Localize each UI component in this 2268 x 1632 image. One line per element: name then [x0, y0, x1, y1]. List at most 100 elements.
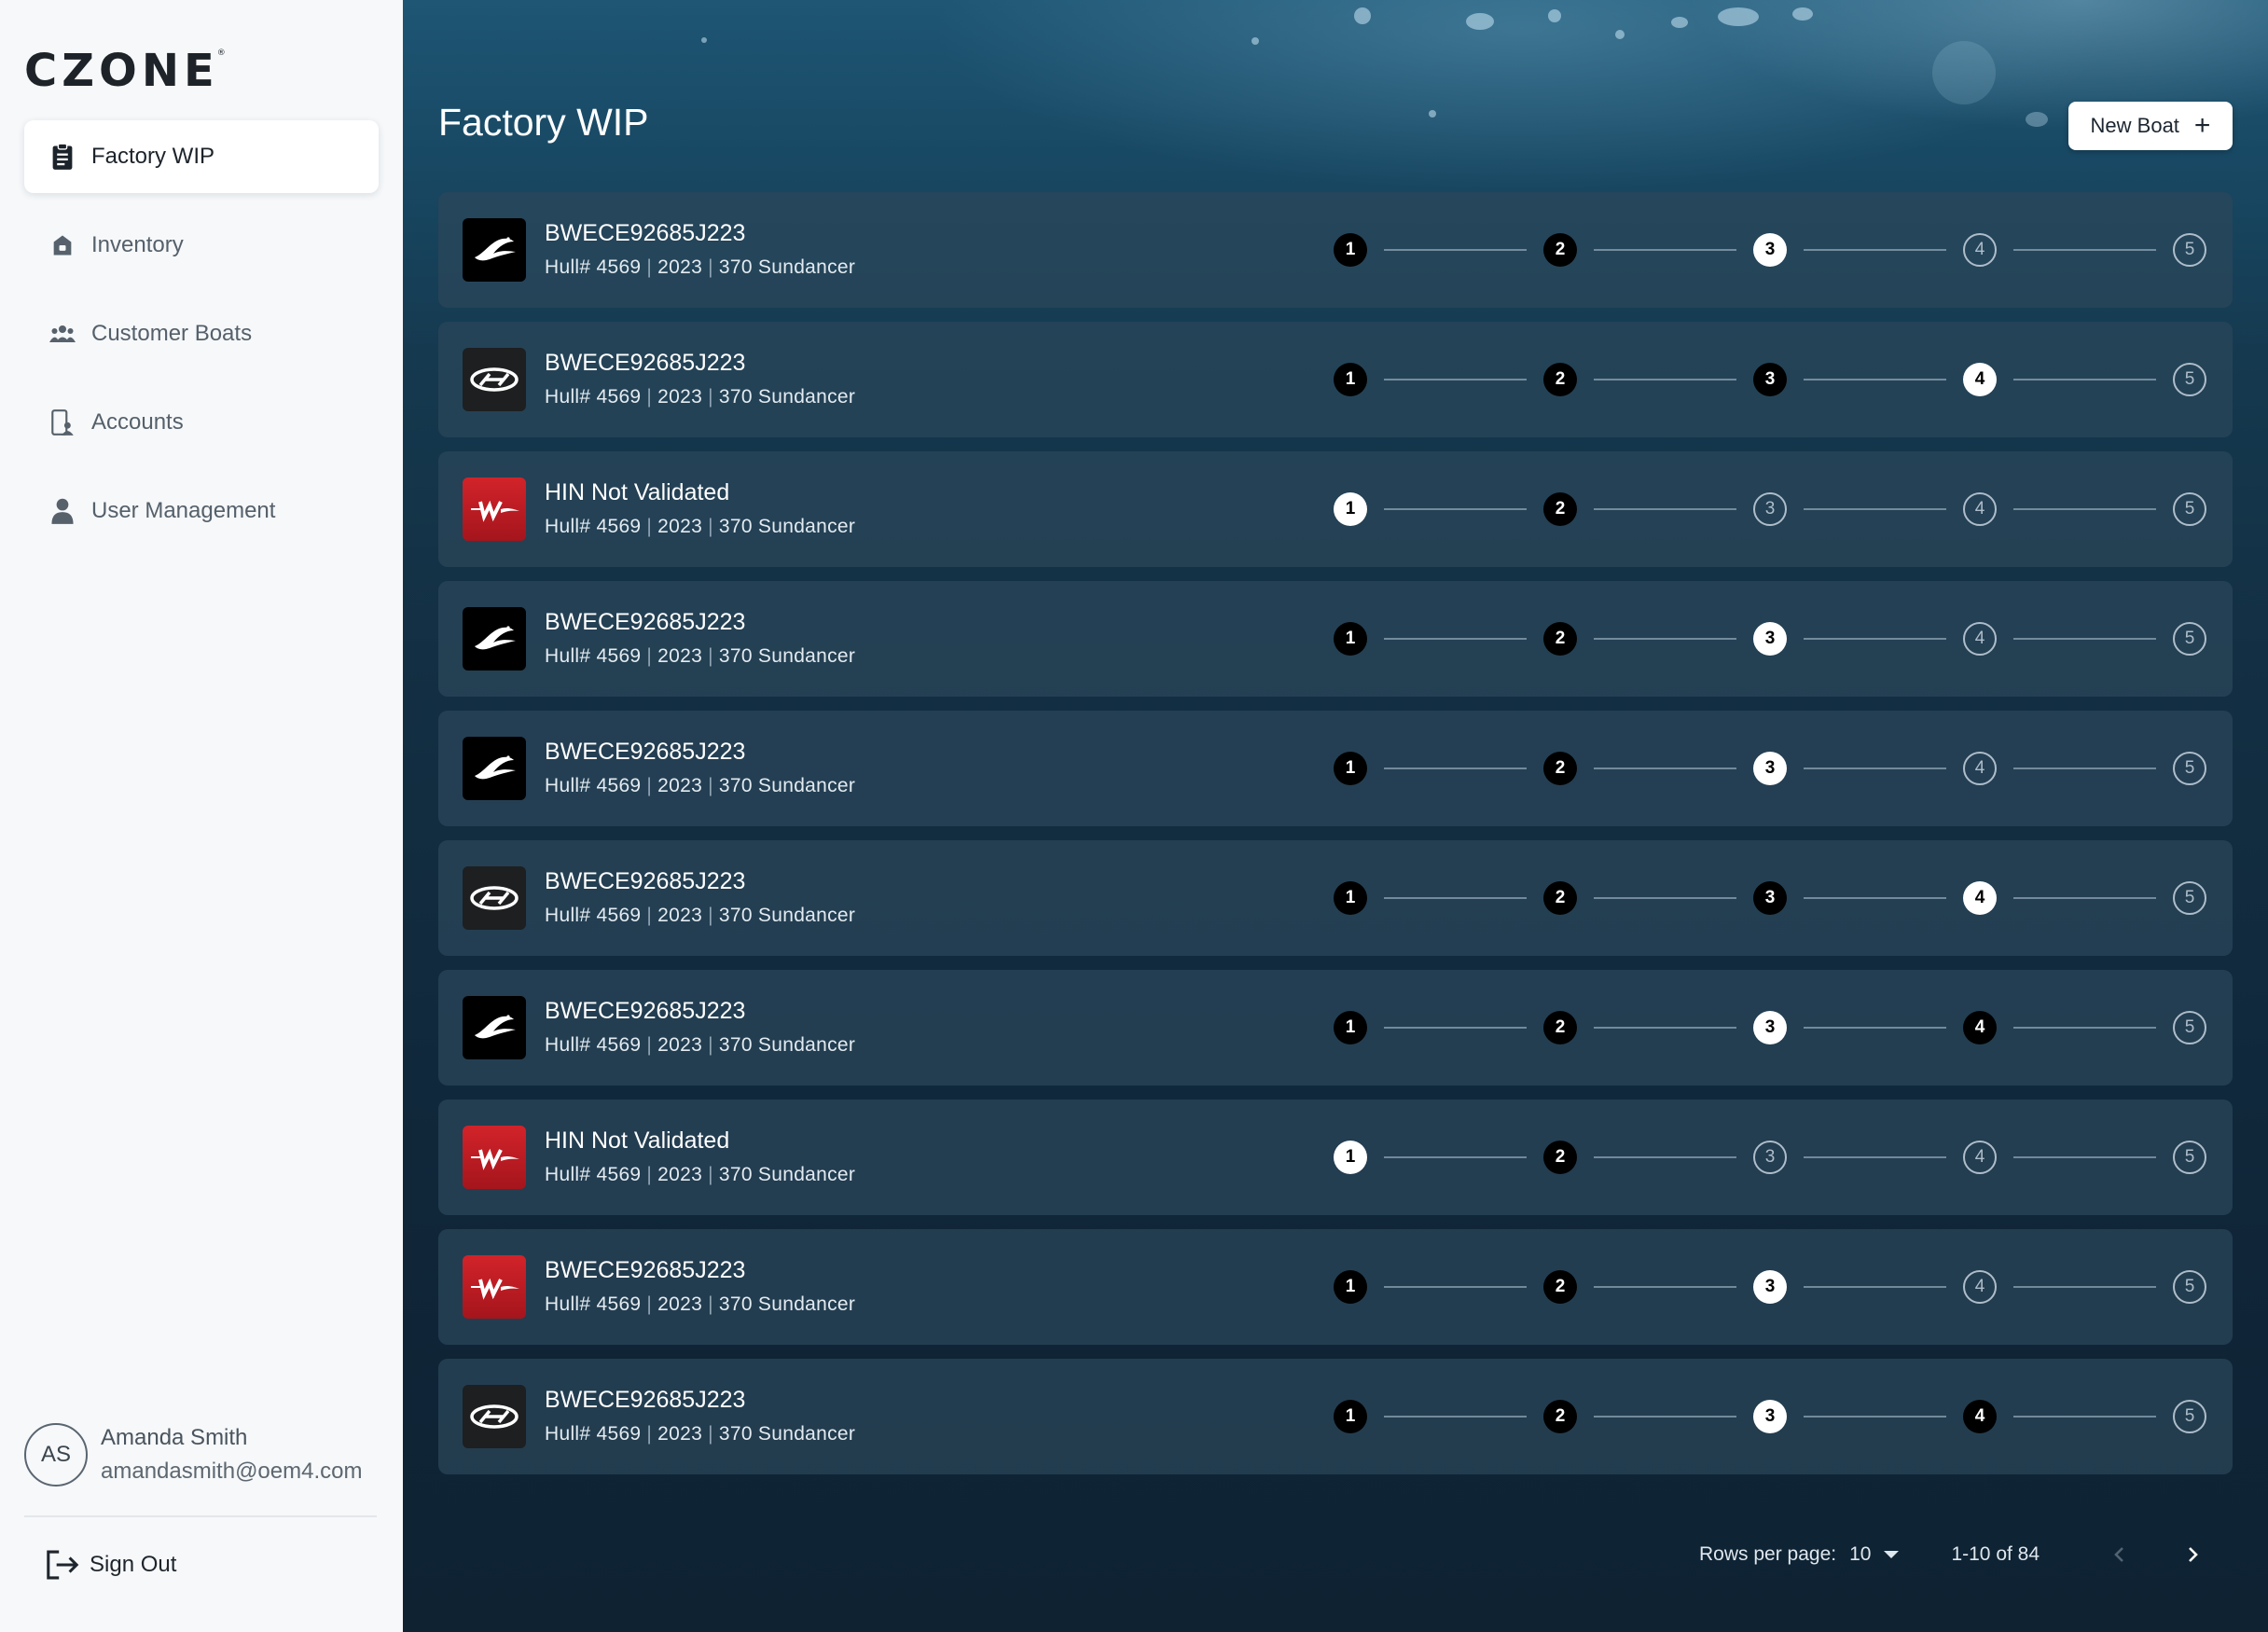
hull-number: Hull# 4569 — [545, 1423, 642, 1445]
step-connector — [1384, 249, 1527, 251]
step-indicator-4: 4 — [1963, 881, 1997, 915]
sidebar-item-user-management[interactable]: User Management — [24, 475, 379, 547]
step-indicator-4: 4 — [1963, 1011, 1997, 1044]
progress-stepper: 1 2 3 4 5 — [1334, 363, 2206, 396]
step-connector — [1384, 768, 1527, 769]
step-indicator-2: 2 — [1543, 363, 1577, 396]
caret-down-icon — [1884, 1551, 1900, 1558]
step-connector — [2013, 379, 2156, 380]
step-connector — [2013, 249, 2156, 251]
boat-row[interactable]: BWECE92685J223 Hull# 4569 | 2023 | 370 Sunda… — [438, 1359, 2233, 1474]
separator: | — [708, 256, 713, 278]
rows-per-page-select[interactable]: 10 — [1849, 1543, 1900, 1566]
boat-details: Hull# 4569 | 2023 | 370 Sundancer — [545, 1423, 855, 1445]
sign-out-label: Sign Out — [90, 1552, 177, 1577]
boat-title: BWECE92685J223 — [545, 1257, 746, 1283]
step-indicator-1: 1 — [1334, 1141, 1367, 1174]
background-bubble — [1792, 7, 1813, 21]
step-indicator-5: 5 — [2173, 881, 2206, 915]
step-connector — [2013, 768, 2156, 769]
previous-page-button[interactable] — [2101, 1536, 2138, 1573]
boat-details: Hull# 4569 | 2023 | 370 Sundancer — [545, 775, 855, 797]
separator: | — [708, 905, 713, 926]
boat-year: 2023 — [657, 1293, 703, 1315]
step-indicator-3: 3 — [1753, 363, 1787, 396]
sidebar-item-customer-boats[interactable]: Customer Boats — [24, 297, 379, 370]
boat-row[interactable]: BWECE92685J223 Hull# 4569 | 2023 | 370 Sunda… — [438, 1229, 2233, 1345]
boat-row[interactable]: BWECE92685J223 Hull# 4569 | 2023 | 370 Sunda… — [438, 322, 2233, 437]
brand-logo — [463, 607, 526, 671]
clipboard-icon — [48, 142, 76, 172]
boat-model: 370 Sundancer — [718, 1293, 856, 1315]
brand-logo — [463, 1126, 526, 1189]
boat-row[interactable]: BWECE92685J223 Hull# 4569 | 2023 | 370 Sunda… — [438, 711, 2233, 826]
step-indicator-2: 2 — [1543, 1400, 1577, 1433]
separator: | — [708, 1423, 713, 1445]
sidebar-item-inventory[interactable]: Inventory — [24, 209, 379, 282]
step-indicator-5: 5 — [2173, 363, 2206, 396]
boat-details: Hull# 4569 | 2023 | 370 Sundancer — [545, 1293, 855, 1316]
boat-row[interactable]: BWECE92685J223 Hull# 4569 | 2023 | 370 Sunda… — [438, 581, 2233, 697]
step-connector — [1384, 1416, 1527, 1418]
step-connector — [1804, 508, 1946, 510]
progress-stepper: 1 2 3 4 5 — [1334, 881, 2206, 915]
brand-logo — [463, 218, 526, 282]
boat-row[interactable]: BWECE92685J223 Hull# 4569 | 2023 | 370 Sunda… — [438, 192, 2233, 308]
pagination: Rows per page: 10 1-10 of 84 — [1699, 1539, 2211, 1570]
brand-logo — [463, 996, 526, 1059]
boat-row[interactable]: HIN Not Validated Hull# 4569 | 2023 | 370 Su… — [438, 1100, 2233, 1215]
boat-model: 370 Sundancer — [718, 1034, 856, 1056]
background-bubble — [1429, 110, 1436, 118]
boat-details: Hull# 4569 | 2023 | 370 Sundancer — [545, 1164, 855, 1186]
boat-title: BWECE92685J223 — [545, 350, 746, 376]
separator: | — [646, 645, 653, 667]
step-indicator-3: 3 — [1753, 1270, 1787, 1304]
progress-stepper: 1 2 3 4 5 — [1334, 233, 2206, 267]
boat-title: BWECE92685J223 — [545, 739, 746, 765]
boat-year: 2023 — [657, 1034, 703, 1056]
step-connector — [1804, 768, 1946, 769]
hull-number: Hull# 4569 — [545, 516, 642, 537]
sidebar-item-label: Customer Boats — [91, 321, 253, 346]
step-indicator-2: 2 — [1543, 881, 1577, 915]
step-indicator-3: 3 — [1753, 622, 1787, 656]
separator: | — [646, 775, 653, 796]
sidebar-item-accounts[interactable]: Accounts — [24, 386, 379, 459]
step-connector — [1804, 1156, 1946, 1158]
hull-number: Hull# 4569 — [545, 775, 642, 796]
page-range: 1-10 of 84 — [1951, 1543, 2040, 1565]
step-connector — [2013, 1416, 2156, 1418]
separator: | — [708, 645, 713, 667]
boat-details: Hull# 4569 | 2023 | 370 Sundancer — [545, 645, 855, 668]
step-indicator-1: 1 — [1334, 881, 1367, 915]
next-page-button[interactable] — [2174, 1536, 2211, 1573]
step-indicator-3: 3 — [1753, 1400, 1787, 1433]
separator: | — [708, 775, 713, 796]
boat-list: BWECE92685J223 Hull# 4569 | 2023 | 370 Sunda… — [438, 192, 2233, 1488]
new-boat-button[interactable]: New Boat + — [2068, 102, 2233, 150]
boat-year: 2023 — [657, 905, 703, 926]
separator: | — [708, 386, 713, 408]
device-user-icon — [48, 408, 76, 437]
step-indicator-3: 3 — [1753, 1011, 1787, 1044]
sidebar-item-factory-wip[interactable]: Factory WIP — [24, 120, 379, 193]
separator: | — [646, 386, 653, 408]
progress-stepper: 1 2 3 4 5 — [1334, 752, 2206, 785]
boat-title: BWECE92685J223 — [545, 220, 746, 246]
boat-row[interactable]: BWECE92685J223 Hull# 4569 | 2023 | 370 Sunda… — [438, 840, 2233, 956]
background-bubble — [1466, 13, 1494, 30]
progress-stepper: 1 2 3 4 5 — [1334, 1270, 2206, 1304]
rows-per-page-value: 10 — [1849, 1543, 1872, 1565]
separator: | — [708, 516, 713, 537]
hull-number: Hull# 4569 — [545, 905, 642, 926]
step-indicator-5: 5 — [2173, 622, 2206, 656]
hull-number: Hull# 4569 — [545, 1034, 642, 1056]
boat-row[interactable]: HIN Not Validated Hull# 4569 | 2023 | 370 Su… — [438, 451, 2233, 567]
shopping-bag-icon — [48, 230, 76, 260]
boat-row[interactable]: BWECE92685J223 Hull# 4569 | 2023 | 370 Sunda… — [438, 970, 2233, 1086]
step-indicator-4: 4 — [1963, 492, 1997, 526]
progress-stepper: 1 2 3 4 5 — [1334, 492, 2206, 526]
separator: | — [646, 1423, 653, 1445]
boat-model: 370 Sundancer — [718, 1164, 856, 1185]
sign-out-button[interactable]: Sign Out — [45, 1548, 176, 1582]
